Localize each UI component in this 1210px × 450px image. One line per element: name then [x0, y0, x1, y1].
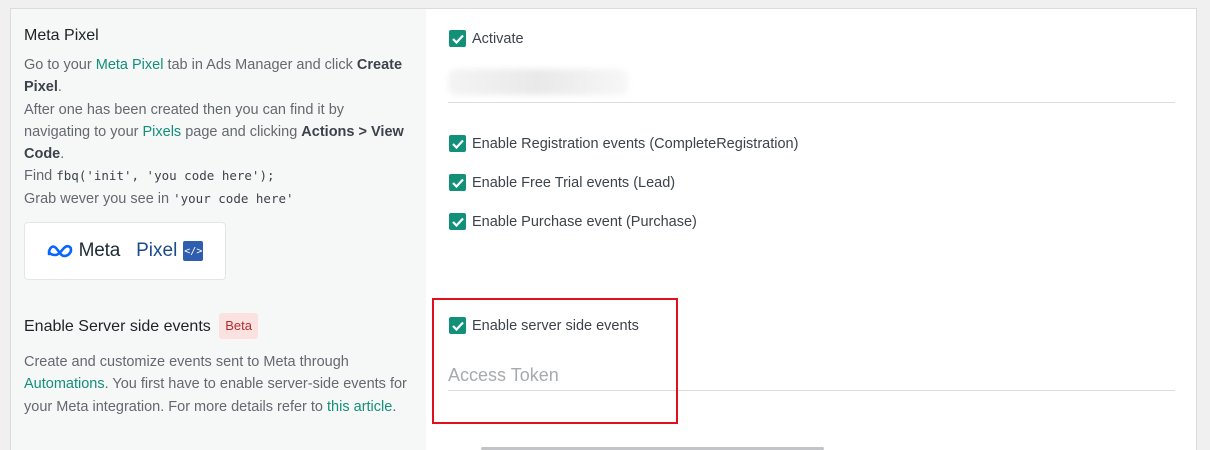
pixels-link[interactable]: Pixels [143, 124, 182, 140]
checkmark-icon [451, 139, 464, 149]
meta-pixel-logo: Meta Pixel </> [24, 222, 226, 281]
purchase-event-row[interactable]: Enable Purchase event (Purchase) [449, 213, 697, 230]
activate-checkbox[interactable] [449, 30, 466, 47]
free-trial-events-row[interactable]: Enable Free Trial events (Lead) [449, 174, 675, 191]
purchase-event-label: Enable Purchase event (Purchase) [472, 213, 697, 230]
checkmark-icon [451, 178, 464, 188]
meta-pixel-description: Go to your Meta Pixel tab in Ads Manager… [24, 57, 404, 207]
server-side-description: Create and customize events sent to Meta… [24, 354, 407, 415]
beta-badge: Beta [219, 313, 258, 339]
init-code-snippet: fbq('init', 'you code here'); [56, 168, 275, 184]
checkmark-icon [451, 34, 464, 44]
meta-pixel-title: Meta Pixel [24, 27, 99, 44]
pixel-wordmark: Pixel [136, 240, 178, 262]
automations-link[interactable]: Automations [24, 376, 105, 392]
registration-events-row[interactable]: Enable Registration events (CompleteRegi… [449, 135, 798, 152]
purchase-event-checkbox[interactable] [449, 213, 466, 230]
highlight-annotation-box [432, 298, 678, 424]
checkmark-icon [451, 217, 464, 227]
registration-events-label: Enable Registration events (CompleteRegi… [472, 135, 799, 152]
free-trial-events-checkbox[interactable] [449, 174, 466, 191]
code-brackets-icon: </> [183, 241, 204, 262]
registration-events-checkbox[interactable] [449, 135, 466, 152]
free-trial-events-label: Enable Free Trial events (Lead) [472, 174, 676, 191]
this-article-link[interactable]: this article [327, 399, 392, 415]
left-description-column: Meta Pixel Go to your Meta Pixel tab in … [11, 9, 426, 450]
meta-infinity-icon [47, 245, 72, 258]
meta-wordmark: Meta [78, 240, 121, 262]
meta-pixel-link[interactable]: Meta Pixel [96, 57, 164, 73]
redacted-pixel-id [448, 69, 628, 95]
server-side-section: Enable Server side events Beta Create an… [24, 313, 414, 418]
activate-checkbox-row[interactable]: Activate [449, 30, 524, 47]
activate-label: Activate [472, 30, 524, 47]
pixel-id-field[interactable] [448, 67, 1175, 103]
your-code-snippet: 'your code here' [173, 190, 294, 206]
server-side-title: Enable Server side events Beta [24, 313, 414, 339]
